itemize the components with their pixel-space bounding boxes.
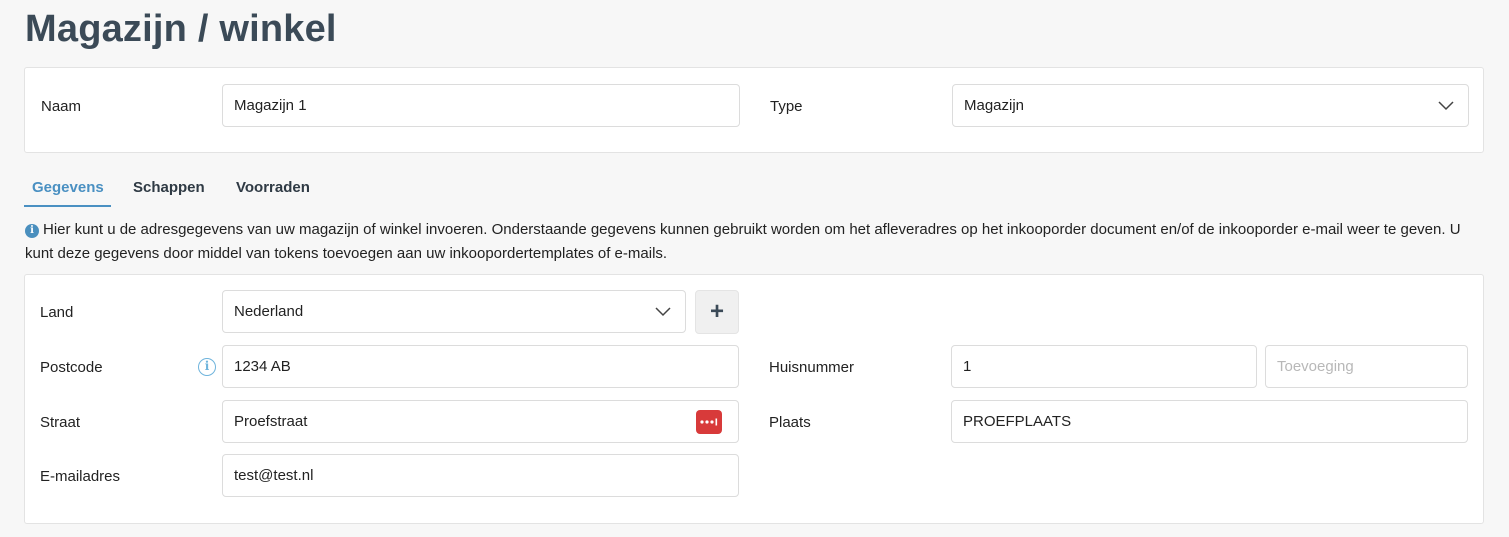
info-message: i Hier kunt u de adresgegevens van uw mag… <box>25 218 1485 266</box>
type-label: Type <box>770 98 803 115</box>
info-icon: i <box>25 224 39 238</box>
country-select[interactable]: Nederland <box>222 290 686 333</box>
dots-icon <box>700 418 718 426</box>
name-label: Naam <box>41 98 82 115</box>
page-title: Magazijn / winkel <box>25 8 337 50</box>
addition-input[interactable] <box>1265 345 1468 388</box>
info-text: Hier kunt u de adresgegevens van uw maga… <box>25 221 1461 262</box>
tab-voorraden[interactable]: Voorraden <box>236 172 310 207</box>
country-label: Land <box>40 304 74 321</box>
postcode-label: Postcode <box>40 359 103 376</box>
tab-gegevens[interactable]: Gegevens <box>24 172 111 207</box>
chevron-down-icon <box>1438 101 1454 111</box>
add-country-button[interactable]: + <box>695 290 739 334</box>
name-input[interactable]: Magazijn 1 <box>222 84 740 127</box>
city-input[interactable]: PROEFPLAATS <box>951 400 1468 443</box>
password-manager-icon[interactable] <box>696 410 722 434</box>
header-form-card: Naam Magazijn 1 Type Magazijn <box>24 67 1484 153</box>
type-select[interactable]: Magazijn <box>952 84 1469 127</box>
type-select-value: Magazijn <box>964 97 1025 114</box>
tab-schappen[interactable]: Schappen <box>133 172 205 207</box>
housenumber-input[interactable]: 1 <box>951 345 1257 388</box>
street-input-value: Proefstraat <box>234 413 308 430</box>
info-icon[interactable]: i <box>198 358 216 376</box>
chevron-down-icon <box>655 307 671 317</box>
city-label: Plaats <box>769 414 811 431</box>
country-select-value: Nederland <box>234 303 304 320</box>
postcode-input[interactable]: 1234 AB <box>222 345 739 388</box>
street-label: Straat <box>40 414 81 431</box>
email-label: E-mailadres <box>40 468 121 485</box>
email-input[interactable]: test@test.nl <box>222 454 739 497</box>
street-input[interactable]: Proefstraat <box>222 400 739 443</box>
housenumber-label: Huisnummer <box>769 359 855 376</box>
